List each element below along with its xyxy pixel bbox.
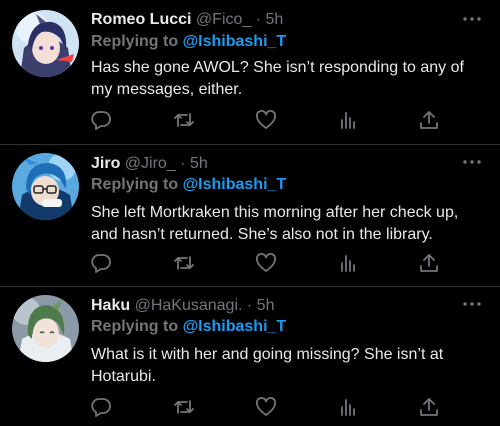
replying-to: Replying to @Ishibashi_T xyxy=(91,33,286,51)
tweet-text: What is it with her and going missing? S… xyxy=(91,346,444,385)
share-icon[interactable] xyxy=(418,109,440,131)
analytics-icon[interactable] xyxy=(337,109,359,131)
replying-to: Replying to @Ishibashi_T xyxy=(91,176,286,194)
more-icon[interactable] xyxy=(462,155,482,167)
replying-to: Replying to @Ishibashi_T xyxy=(91,318,286,336)
action-bar xyxy=(0,252,500,280)
tweet-card[interactable]: Jiro @Jiro_ · 5h Replying to @Ishibashi_… xyxy=(0,145,500,287)
tweet-header: Haku @HaKusanagi. · 5h xyxy=(91,297,274,315)
reply-icon[interactable] xyxy=(90,252,112,274)
separator: · xyxy=(255,11,262,28)
separator: · xyxy=(246,297,253,314)
like-icon[interactable] xyxy=(255,396,277,418)
reply-icon[interactable] xyxy=(90,109,112,131)
reply-icon[interactable] xyxy=(90,396,112,418)
replying-prefix: Replying to xyxy=(91,318,179,335)
tweet-header: Romeo Lucci @Fico_ · 5h xyxy=(91,11,283,29)
separator: · xyxy=(180,155,186,172)
user-handle[interactable]: @Fico_ xyxy=(196,11,251,28)
more-icon[interactable] xyxy=(462,297,482,309)
retweet-icon[interactable] xyxy=(173,396,195,418)
share-icon[interactable] xyxy=(418,252,440,274)
display-name[interactable]: Haku xyxy=(91,297,130,314)
share-icon[interactable] xyxy=(418,396,440,418)
avatar[interactable] xyxy=(12,153,79,220)
retweet-icon[interactable] xyxy=(173,252,195,274)
mention-link[interactable]: @Ishibashi_T xyxy=(183,33,287,50)
timestamp[interactable]: 5h xyxy=(257,297,275,314)
tweet-text: Has she gone AWOL? She isn’t responding … xyxy=(91,59,464,98)
display-name[interactable]: Romeo Lucci xyxy=(91,11,191,28)
user-handle[interactable]: @HaKusanagi. xyxy=(135,297,243,314)
avatar[interactable] xyxy=(12,10,79,77)
mention-link[interactable]: @Ishibashi_T xyxy=(183,318,287,335)
avatar[interactable] xyxy=(12,295,79,362)
like-icon[interactable] xyxy=(255,109,277,131)
like-icon[interactable] xyxy=(255,252,277,274)
analytics-icon[interactable] xyxy=(337,396,359,418)
tweet-text: She left Mortkraken this morning after h… xyxy=(91,204,459,243)
replying-prefix: Replying to xyxy=(91,176,179,193)
mention-link[interactable]: @Ishibashi_T xyxy=(183,176,287,193)
action-bar xyxy=(0,109,500,137)
timestamp[interactable]: 5h xyxy=(266,11,284,28)
tweet-card[interactable]: Romeo Lucci @Fico_ · 5h Replying to @Ish… xyxy=(0,0,500,145)
analytics-icon[interactable] xyxy=(337,252,359,274)
user-handle[interactable]: @Jiro_ xyxy=(125,155,176,172)
tweet-header: Jiro @Jiro_ · 5h xyxy=(91,155,208,173)
retweet-icon[interactable] xyxy=(173,109,195,131)
display-name[interactable]: Jiro xyxy=(91,155,120,172)
more-icon[interactable] xyxy=(462,12,482,24)
action-bar xyxy=(0,396,500,424)
timestamp[interactable]: 5h xyxy=(190,155,208,172)
replying-prefix: Replying to xyxy=(91,33,179,50)
tweet-card[interactable]: Haku @HaKusanagi. · 5h Replying to @Ishi… xyxy=(0,287,500,426)
